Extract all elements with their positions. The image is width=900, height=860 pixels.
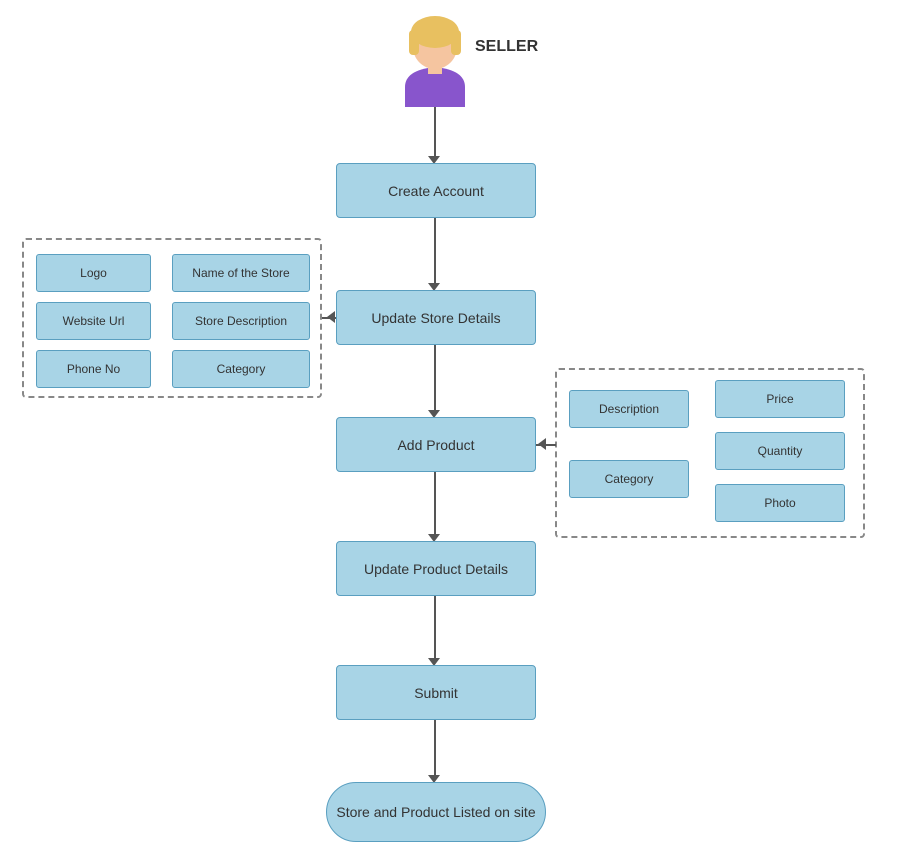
connector-create-store <box>434 218 436 286</box>
photo-label: Photo <box>764 496 795 510</box>
connector-seller-create <box>434 107 436 159</box>
category-product-label: Category <box>605 472 654 486</box>
create-account-label: Create Account <box>388 183 484 199</box>
arrow-store-details <box>327 311 335 323</box>
store-description-box: Store Description <box>172 302 310 340</box>
description-box: Description <box>569 390 689 428</box>
phone-no-label: Phone No <box>67 362 120 376</box>
store-name-label: Name of the Store <box>192 266 289 280</box>
phone-no-box: Phone No <box>36 350 151 388</box>
price-box: Price <box>715 380 845 418</box>
update-store-box: Update Store Details <box>336 290 536 345</box>
website-url-label: Website Url <box>63 314 125 328</box>
add-product-box: Add Product <box>336 417 536 472</box>
quantity-label: Quantity <box>758 444 803 458</box>
update-product-label: Update Product Details <box>364 561 508 577</box>
seller-avatar <box>390 12 470 102</box>
store-name-box: Name of the Store <box>172 254 310 292</box>
connector-submit-final <box>434 720 436 778</box>
price-label: Price <box>766 392 793 406</box>
store-details-container: Logo Name of the Store Website Url Store… <box>22 238 322 398</box>
logo-label: Logo <box>80 266 107 280</box>
product-details-container: Description Category Price Quantity Phot… <box>555 368 865 538</box>
submit-box: Submit <box>336 665 536 720</box>
arrow-product-details <box>538 438 546 450</box>
category-store-box: Category <box>172 350 310 388</box>
logo-box: Logo <box>36 254 151 292</box>
add-product-label: Add Product <box>397 437 474 453</box>
final-box: Store and Product Listed on site <box>326 782 546 842</box>
photo-box: Photo <box>715 484 845 522</box>
update-product-box: Update Product Details <box>336 541 536 596</box>
connector-store-product <box>434 345 436 413</box>
category-store-label: Category <box>217 362 266 376</box>
create-account-box: Create Account <box>336 163 536 218</box>
final-label: Store and Product Listed on site <box>336 804 535 820</box>
website-url-box: Website Url <box>36 302 151 340</box>
seller-label: SELLER <box>475 38 538 56</box>
store-description-label: Store Description <box>195 314 287 328</box>
connector-update-submit <box>434 596 436 661</box>
category-product-box: Category <box>569 460 689 498</box>
update-store-label: Update Store Details <box>371 310 500 326</box>
description-label: Description <box>599 402 659 416</box>
quantity-box: Quantity <box>715 432 845 470</box>
submit-label: Submit <box>414 685 458 701</box>
flowchart: SELLER Create Account Update Store Detai… <box>0 0 900 860</box>
connector-product-update <box>434 472 436 537</box>
